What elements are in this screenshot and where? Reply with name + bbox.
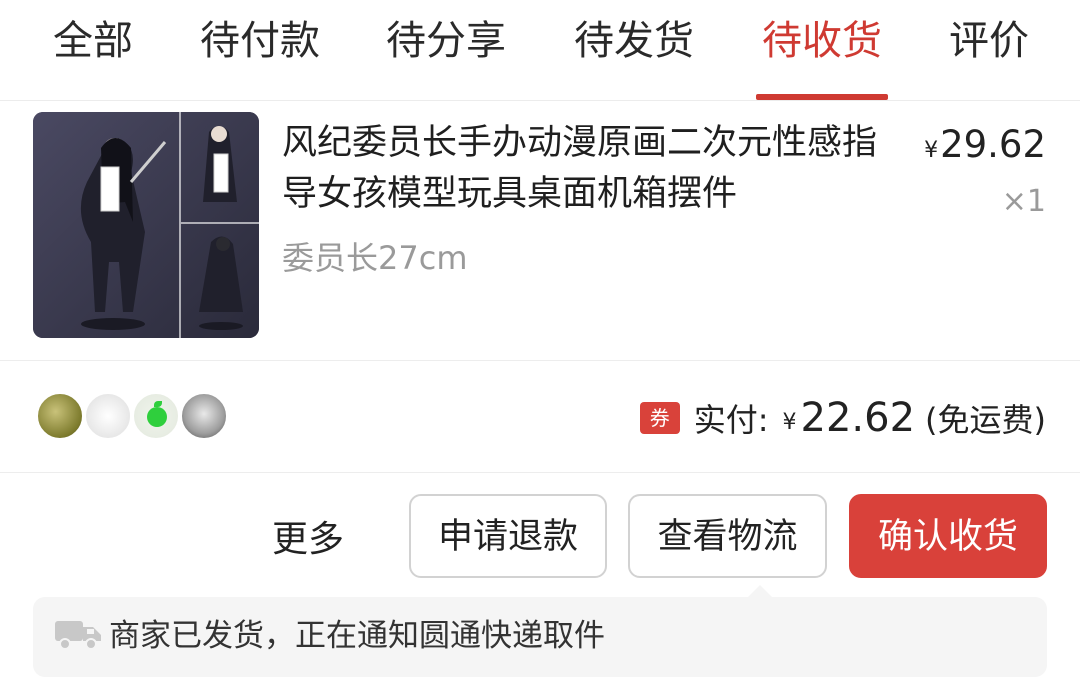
currency-symbol: ¥: [782, 409, 797, 435]
more-button[interactable]: 更多: [272, 516, 344, 564]
notice-pointer: [748, 585, 772, 597]
currency-symbol: ¥: [924, 138, 939, 163]
payment-summary: 券 实付: ¥ 22.62 (免运费): [639, 392, 1046, 444]
avatar: [180, 392, 228, 440]
avatar: [132, 392, 180, 440]
active-tab-indicator: [756, 94, 888, 100]
view-logistics-button[interactable]: 查看物流: [628, 494, 827, 578]
product-image: [33, 112, 259, 338]
order-status-tabs: 全部 待付款 待分享 待发货 待收货 评价: [0, 0, 1080, 101]
tab-pending-shipment[interactable]: 待发货: [568, 14, 700, 68]
tab-all[interactable]: 全部: [46, 14, 140, 68]
avatar: [36, 392, 84, 440]
coupon-icon: 券: [639, 402, 680, 434]
apple-icon: [147, 407, 167, 427]
divider: [0, 360, 1080, 361]
request-refund-button[interactable]: 申请退款: [409, 494, 607, 578]
product-price: ¥29.62: [924, 122, 1046, 174]
leaf-icon: [154, 401, 162, 407]
product-quantity: ×1: [1001, 184, 1046, 219]
product-spec: 委员长27cm: [282, 239, 468, 277]
divider: [0, 472, 1080, 473]
tab-pending-receipt[interactable]: 待收货: [756, 14, 888, 68]
paid-label: 实付:: [693, 401, 769, 439]
tab-review[interactable]: 评价: [942, 14, 1036, 68]
tab-pending-share[interactable]: 待分享: [380, 14, 512, 68]
shipping-note: (免运费): [925, 401, 1046, 439]
truck-icon: [55, 621, 101, 650]
logistics-notice-text: 商家已发货，正在通知圆通快递取件: [109, 618, 605, 654]
confirm-receipt-button[interactable]: 确认收货: [849, 494, 1047, 578]
product-thumbnail[interactable]: [33, 112, 259, 338]
price-value: 29.62: [940, 123, 1046, 166]
product-title[interactable]: 风纪委员长手办动漫原画二次元性感指导女孩模型玩具桌面机箱摆件: [282, 118, 882, 220]
tab-pending-payment[interactable]: 待付款: [194, 14, 326, 68]
paid-amount: 22.62: [800, 395, 916, 441]
logistics-notice[interactable]: 商家已发货，正在通知圆通快递取件: [33, 585, 1047, 677]
avatar: [84, 392, 132, 440]
